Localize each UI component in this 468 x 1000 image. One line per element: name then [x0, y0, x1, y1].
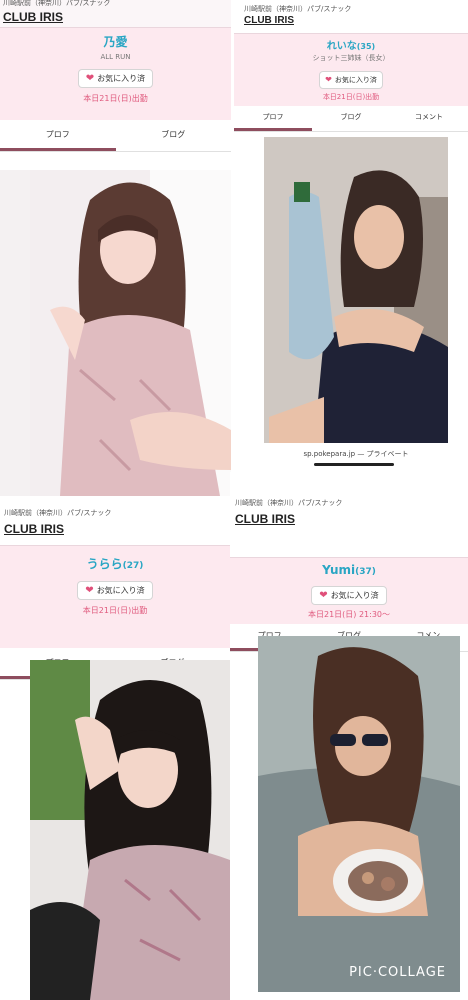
shift-status: 本日21日(日) 21:30〜: [307, 610, 391, 619]
heart-icon: ❤: [85, 73, 95, 84]
cast-name: Yumi(37): [322, 563, 376, 577]
shift-status: 本日21日(日)出勤: [82, 606, 148, 615]
heart-icon: ❤: [325, 75, 332, 84]
cast-name: れいな(35): [326, 41, 376, 52]
cast-catchphrase: ALL RUN: [100, 53, 131, 61]
cast-photo: PIC·COLLAGE: [258, 636, 460, 992]
shop-header: 川崎駅前（神奈川）パブ/スナック CLUB IRIS: [230, 498, 468, 558]
cast-info: 乃愛 ALL RUN ❤ お気に入り済 本日21日(日)出勤: [0, 28, 231, 120]
shop-location: 川崎駅前（神奈川）パブ/スナック: [235, 499, 343, 507]
cast-photo: [264, 137, 448, 443]
cast-photo: [30, 660, 230, 1000]
shift-status: 本日21日(日)出勤: [83, 94, 148, 103]
url-bar[interactable]: sp.pokepara.jp — プライベート: [264, 448, 448, 460]
heart-icon: ❤: [85, 585, 94, 596]
club-name-link[interactable]: CLUB IRIS: [230, 512, 468, 527]
cast-info: うらら(27) ❤ お気に入り済 本日21日(日)出勤: [0, 546, 230, 648]
favorite-button[interactable]: ❤ お気に入り済: [77, 581, 153, 600]
favorite-button[interactable]: ❤ お気に入り済: [319, 71, 383, 89]
cast-photo: [30, 170, 231, 496]
club-name-link[interactable]: CLUB IRIS: [234, 14, 468, 27]
shop-location: 川崎駅前（神奈川）パブ/スナック: [244, 5, 352, 13]
collage-divider: [231, 0, 234, 472]
tab-blog[interactable]: ブログ: [116, 122, 232, 151]
tab-profile[interactable]: プロフ: [234, 106, 312, 131]
shop-header: 川崎駅前（神奈川）パブ/スナック CLUB IRIS: [0, 0, 231, 28]
favorite-button[interactable]: ❤ お気に入り済: [311, 586, 387, 605]
profile-panel-noa: 川崎駅前（神奈川）パブ/スナック CLUB IRIS 乃愛 ALL RUN ❤ お…: [0, 0, 231, 502]
profile-tabs: プロフ ブログ コメント: [234, 106, 468, 132]
favorite-button[interactable]: ❤ お気に入り済: [77, 69, 154, 88]
shop-header: 川崎駅前（神奈川）パブ/スナック CLUB IRIS: [234, 4, 468, 34]
photo-margin: [0, 170, 30, 496]
profile-tabs: プロフ ブログ: [0, 120, 231, 152]
shop-header: 川崎駅前（神奈川）パブ/スナック CLUB IRIS: [0, 508, 230, 546]
tab-blog[interactable]: ブログ: [312, 106, 390, 131]
shop-location: 川崎駅前（神奈川）パブ/スナック: [3, 0, 111, 7]
profile-panel-urara: 川崎駅前（神奈川）パブ/スナック CLUB IRIS うらら(27) ❤ お気に入…: [0, 504, 230, 1000]
home-indicator: [314, 463, 394, 466]
cast-catchphrase: ショット三姉妹（長女）: [312, 54, 390, 62]
shop-location: 川崎駅前（神奈川）パブ/スナック: [4, 509, 112, 517]
tab-comment[interactable]: コメント: [390, 106, 468, 131]
cast-info: れいな(35) ショット三姉妹（長女） ❤ お気に入り済 本日21日(日)出勤: [234, 34, 468, 106]
club-name-link[interactable]: CLUB IRIS: [0, 522, 230, 537]
cast-info: Yumi(37) ❤ お気に入り済 本日21日(日) 21:30〜: [230, 558, 468, 624]
club-name-link[interactable]: CLUB IRIS: [0, 10, 231, 25]
tab-profile[interactable]: プロフ: [0, 122, 116, 151]
profile-panel-reina: 川崎駅前（神奈川）パブ/スナック CLUB IRIS れいな(35) ショット三…: [234, 0, 468, 470]
profile-panel-yumi: 川崎駅前（神奈川）パブ/スナック CLUB IRIS Yumi(37) ❤ お気に…: [230, 472, 468, 1000]
cast-name: 乃愛: [103, 35, 128, 49]
cast-name: うらら(27): [86, 557, 144, 571]
shift-status: 本日21日(日)出勤: [322, 93, 380, 101]
pic-collage-watermark: PIC·COLLAGE: [349, 965, 446, 980]
heart-icon: ❤: [319, 590, 328, 601]
